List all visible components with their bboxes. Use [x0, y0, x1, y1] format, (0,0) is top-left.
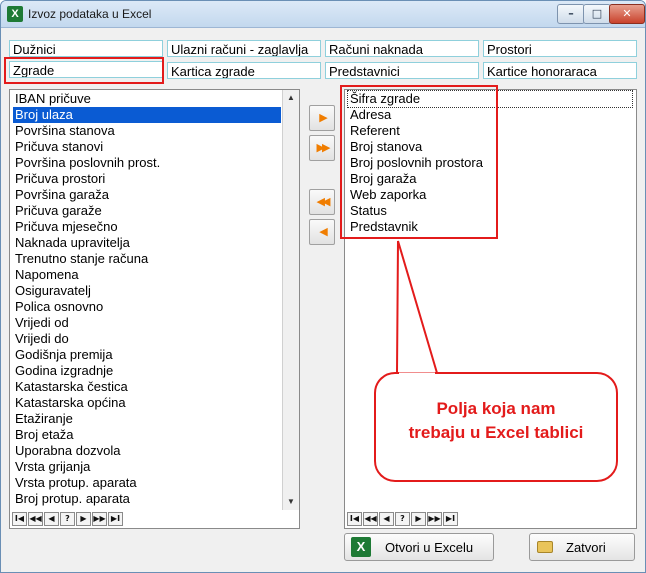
- export-window: X Izvoz podataka u Excel – □ ✕ Dužnici U…: [0, 0, 646, 573]
- close-button[interactable]: Zatvori: [529, 533, 635, 561]
- callout-text: Polja koja nam trebaju u Excel tablici: [377, 397, 615, 445]
- callout-bubble: [374, 240, 618, 482]
- folder-icon: [537, 541, 553, 553]
- callout-line-1: Polja koja nam: [436, 399, 556, 418]
- open-in-excel-button[interactable]: X Otvori u Excelu: [344, 533, 494, 561]
- close-label: Zatvori: [566, 540, 606, 555]
- open-in-excel-label: Otvori u Excelu: [385, 540, 474, 555]
- excel-icon: X: [351, 537, 371, 557]
- callout-line-2: trebaju u Excel tablici: [408, 423, 584, 442]
